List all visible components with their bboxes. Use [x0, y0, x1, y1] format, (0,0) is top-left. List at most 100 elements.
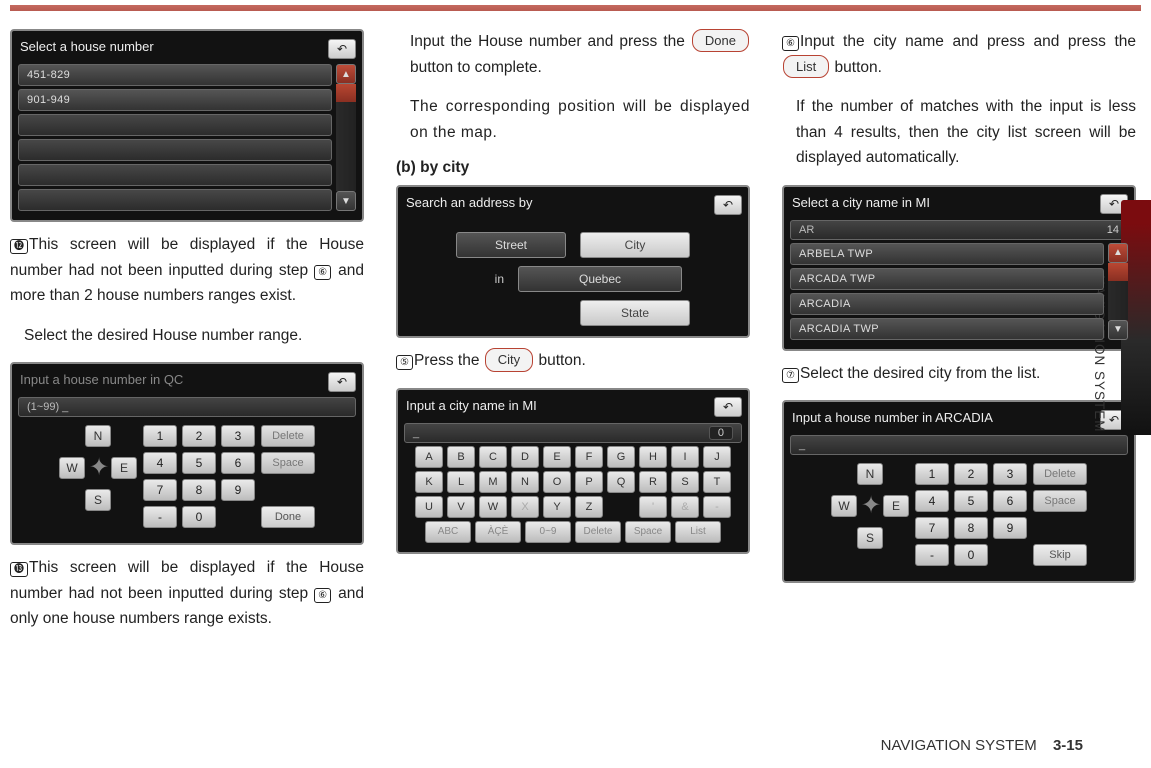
letter-key[interactable]: I: [671, 446, 699, 468]
num-key[interactable]: 9: [221, 479, 255, 501]
letter-key[interactable]: K: [415, 471, 443, 493]
back-icon[interactable]: ↶: [714, 397, 742, 417]
num-key[interactable]: 0: [954, 544, 988, 566]
space-button[interactable]: Space: [261, 452, 315, 474]
direction-west-button[interactable]: W: [831, 495, 857, 517]
back-icon[interactable]: ↶: [328, 372, 356, 392]
direction-west-button[interactable]: W: [59, 457, 85, 479]
letter-key[interactable]: G: [607, 446, 635, 468]
letter-key[interactable]: J: [703, 446, 731, 468]
direction-north-button[interactable]: N: [857, 463, 883, 485]
num-key[interactable]: 2: [954, 463, 988, 485]
num-key[interactable]: -: [915, 544, 949, 566]
list-key[interactable]: List: [675, 521, 721, 543]
list-item[interactable]: 901-949: [18, 89, 332, 111]
letter-key[interactable]: B: [447, 446, 475, 468]
letter-key[interactable]: M: [479, 471, 507, 493]
letter-key[interactable]: U: [415, 496, 443, 518]
letter-key[interactable]: -: [703, 496, 731, 518]
direction-east-button[interactable]: E: [111, 457, 137, 479]
footer-section: NAVIGATION SYSTEM: [881, 737, 1037, 754]
letter-key[interactable]: Y: [543, 496, 571, 518]
skip-button[interactable]: Skip: [1033, 544, 1087, 566]
delete-button[interactable]: Delete: [1033, 463, 1087, 485]
num-key[interactable]: 5: [954, 490, 988, 512]
letter-key[interactable]: Q: [607, 471, 635, 493]
back-icon[interactable]: ↶: [714, 195, 742, 215]
letter-key[interactable]: H: [639, 446, 667, 468]
scroll-up-icon[interactable]: ▲: [336, 64, 356, 84]
street-button[interactable]: Street: [456, 232, 566, 258]
text-input[interactable]: (1~99) _: [18, 397, 356, 417]
space-key[interactable]: Space: [625, 521, 671, 543]
num-key[interactable]: 8: [954, 517, 988, 539]
number-keypad: 1 2 3 4 5 6 7 8 9 - 0: [915, 463, 1027, 573]
space-button[interactable]: Space: [1033, 490, 1087, 512]
list-item[interactable]: ARCADIA: [790, 293, 1104, 315]
num-key[interactable]: 2: [182, 425, 216, 447]
list-item[interactable]: ARBELA TWP: [790, 243, 1104, 265]
list-item[interactable]: ARCADIA TWP: [790, 318, 1104, 340]
page-columns: Select a house number ↶ 451-829 901-949 …: [0, 11, 1090, 646]
letter-key[interactable]: D: [511, 446, 539, 468]
abc-key[interactable]: ABC: [425, 521, 471, 543]
num-key[interactable]: 9: [993, 517, 1027, 539]
text-input[interactable]: _ 0: [404, 423, 742, 443]
back-icon[interactable]: ↶: [328, 39, 356, 59]
letter-key[interactable]: E: [543, 446, 571, 468]
scroll-down-icon[interactable]: ▼: [336, 191, 356, 211]
letter-key[interactable]: L: [447, 471, 475, 493]
num-key[interactable]: 1: [915, 463, 949, 485]
num-key[interactable]: 6: [993, 490, 1027, 512]
letter-key[interactable]: ': [639, 496, 667, 518]
state-button[interactable]: State: [580, 300, 690, 326]
direction-south-button[interactable]: S: [857, 527, 883, 549]
list-item: [18, 139, 332, 161]
num-key[interactable]: 1: [143, 425, 177, 447]
list-item[interactable]: ARCADA TWP: [790, 268, 1104, 290]
done-button[interactable]: Done: [261, 506, 315, 528]
region-button[interactable]: Quebec: [518, 266, 682, 292]
letter-key[interactable]: V: [447, 496, 475, 518]
text-input[interactable]: AR 14: [790, 220, 1128, 240]
num-key[interactable]: 7: [915, 517, 949, 539]
num-key[interactable]: 3: [993, 463, 1027, 485]
num-key[interactable]: 3: [221, 425, 255, 447]
num-key[interactable]: 8: [182, 479, 216, 501]
letter-key[interactable]: T: [703, 471, 731, 493]
letter-key[interactable]: Z: [575, 496, 603, 518]
direction-north-button[interactable]: N: [85, 425, 111, 447]
num-key[interactable]: 6: [221, 452, 255, 474]
delete-key[interactable]: Delete: [575, 521, 621, 543]
text-input[interactable]: _: [790, 435, 1128, 455]
letter-key[interactable]: P: [575, 471, 603, 493]
letter-key[interactable]: X: [511, 496, 539, 518]
letter-key[interactable]: S: [671, 471, 699, 493]
letter-key[interactable]: F: [575, 446, 603, 468]
list-item[interactable]: 451-829: [18, 64, 332, 86]
scroll-down-icon[interactable]: ▼: [1108, 320, 1128, 340]
direction-east-button[interactable]: E: [883, 495, 909, 517]
num-key[interactable]: -: [143, 506, 177, 528]
letter-key[interactable]: C: [479, 446, 507, 468]
letter-key[interactable]: R: [639, 471, 667, 493]
delete-button[interactable]: Delete: [261, 425, 315, 447]
num-key[interactable]: 5: [182, 452, 216, 474]
num-key[interactable]: 4: [143, 452, 177, 474]
num-key[interactable]: 0: [182, 506, 216, 528]
num-key[interactable]: 4: [915, 490, 949, 512]
letter-key[interactable]: O: [543, 471, 571, 493]
letter-key[interactable]: &: [671, 496, 699, 518]
direction-south-button[interactable]: S: [85, 489, 111, 511]
letter-key[interactable]: A: [415, 446, 443, 468]
step-12-instruction: Select the desired House number range.: [10, 323, 364, 349]
digits-key[interactable]: 0~9: [525, 521, 571, 543]
num-key[interactable]: 7: [143, 479, 177, 501]
letter-key[interactable]: W: [479, 496, 507, 518]
scroll-up-icon[interactable]: ▲: [1108, 243, 1128, 263]
letter-key[interactable]: N: [511, 471, 539, 493]
scrollbar[interactable]: ▲ ▼: [1108, 243, 1128, 340]
accent-key[interactable]: ÀÇÈ: [475, 521, 521, 543]
city-button[interactable]: City: [580, 232, 690, 258]
scrollbar[interactable]: ▲ ▼: [336, 64, 356, 211]
